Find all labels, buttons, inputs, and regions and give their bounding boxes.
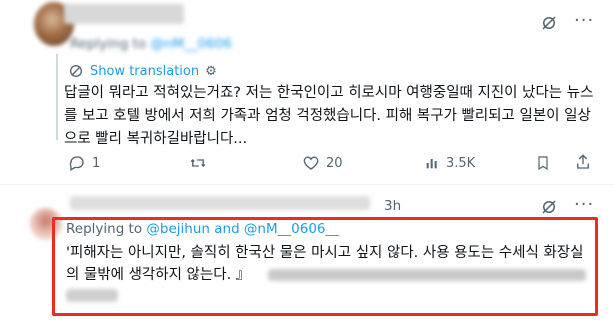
highlight-box [52,217,598,316]
author-name-redacted [64,4,184,24]
like-action[interactable]: 20 [302,153,343,173]
divider [0,184,614,185]
views-icon [426,159,437,169]
retweet-action[interactable] [188,153,214,173]
reply-count: 1 [92,155,101,171]
reply-timestamp[interactable]: 3h [384,198,401,214]
view-count: 3.5K [446,155,476,171]
more-icon[interactable]: ··· [574,196,594,214]
like-icon [303,156,319,170]
views-action[interactable]: 3.5K [424,153,475,173]
replying-handle-link[interactable]: @nM__0606 [150,36,232,52]
bookmark-icon[interactable] [535,154,551,172]
share-icon[interactable] [574,153,592,171]
reply-author-redacted [70,196,370,210]
more-icon[interactable]: ··· [574,12,594,30]
thread-line [56,54,58,140]
reply-action[interactable]: 1 [68,153,100,173]
retweet-icon [190,159,206,167]
mute-icon[interactable] [540,14,558,32]
translate-icon [70,65,82,77]
replying-prefix: Replying to [70,36,147,52]
tweet-text: 답글이 뭐라고 적혀있는거죠? 저는 한국인이고 히로시마 여행중일때 지진이 … [64,85,594,147]
show-translation-row[interactable]: Show translation ⚙ [68,62,217,80]
mute-icon[interactable] [540,198,558,216]
show-translation-link[interactable]: Show translation [90,64,199,79]
replying-to-line: Replying to @nM__0606 [70,36,232,52]
gear-icon[interactable]: ⚙ [205,64,217,79]
like-count: 20 [326,155,343,171]
reply-icon [69,156,84,171]
